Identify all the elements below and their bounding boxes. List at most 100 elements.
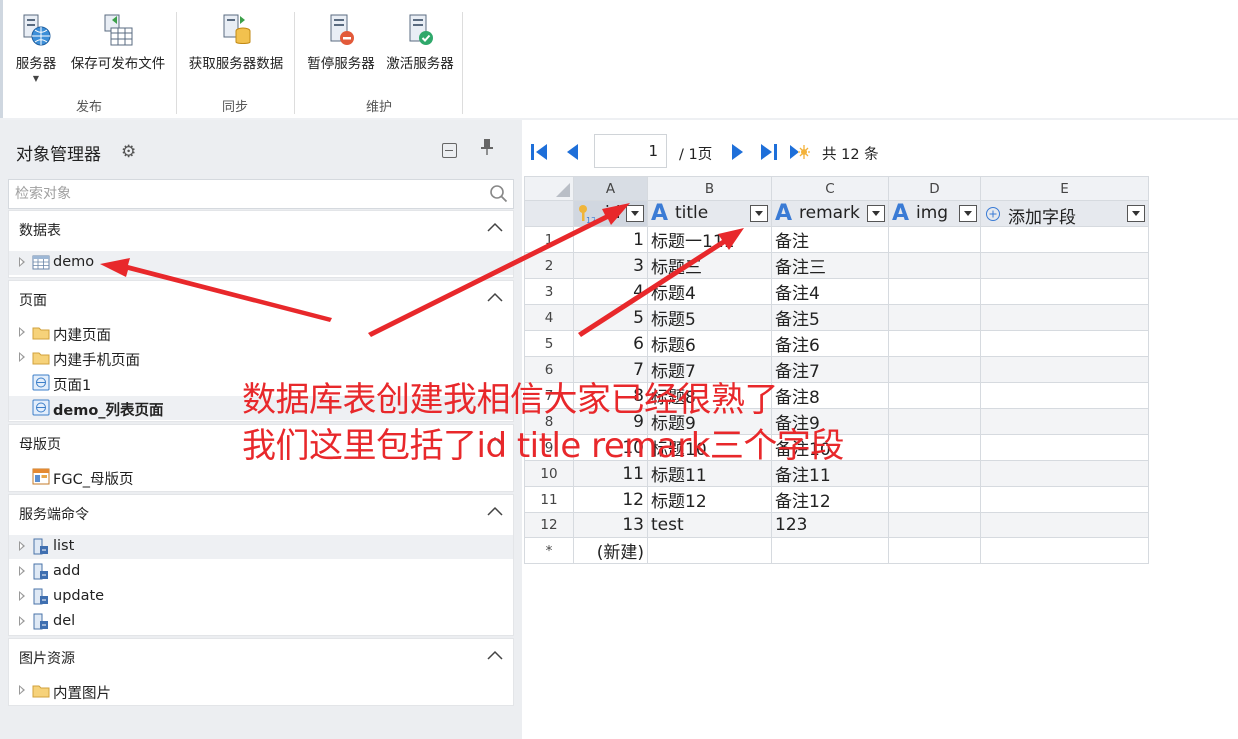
cell-empty[interactable] xyxy=(980,330,1149,357)
cell-remark[interactable]: 备注 xyxy=(771,226,889,253)
save-publish-button[interactable]: 保存可发布文件 xyxy=(64,12,172,72)
cell-title[interactable]: 标题4 xyxy=(647,278,772,305)
cell[interactable] xyxy=(771,537,889,564)
tree-item-command-add[interactable]: add xyxy=(9,560,513,584)
field-header-remark[interactable]: A remark xyxy=(771,200,889,227)
first-page-icon[interactable] xyxy=(528,141,550,163)
table-row[interactable]: 11 12 标题12 备注12 xyxy=(524,486,1149,513)
pin-icon[interactable] xyxy=(480,138,494,160)
cell-empty[interactable] xyxy=(980,512,1149,538)
cell-img[interactable] xyxy=(888,460,981,487)
tree-item-master-page[interactable]: FGC_母版页 xyxy=(9,465,513,489)
cell-empty[interactable] xyxy=(980,434,1149,461)
cell-id[interactable]: 6 xyxy=(573,330,648,357)
table-row[interactable]: 2 3 标题三 备注三 xyxy=(524,252,1149,279)
column-letter[interactable]: C xyxy=(771,176,889,201)
field-dropdown-icon[interactable] xyxy=(959,204,977,222)
page-number-input[interactable]: 1 xyxy=(594,134,667,168)
prev-page-icon[interactable] xyxy=(562,141,584,163)
server-button[interactable]: 服务器 ▼ xyxy=(10,12,62,83)
cell-id[interactable]: 7 xyxy=(573,356,648,383)
tree-item-demo-table[interactable]: demo xyxy=(9,251,513,275)
activate-server-button[interactable]: 激活服务器 xyxy=(381,12,459,72)
gear-icon[interactable]: ⚙ xyxy=(121,142,136,162)
table-row[interactable]: 3 4 标题4 备注4 xyxy=(524,278,1149,305)
expand-arrow-icon[interactable] xyxy=(19,566,25,576)
cell-id[interactable]: 1 xyxy=(573,226,648,253)
column-letter[interactable]: B xyxy=(647,176,772,201)
cell-remark[interactable]: 备注12 xyxy=(771,486,889,513)
expand-arrow-icon[interactable] xyxy=(19,685,25,695)
cell-img[interactable] xyxy=(888,278,981,305)
cell-title[interactable]: 标题一111 xyxy=(647,226,772,253)
cell-img[interactable] xyxy=(888,252,981,279)
cell-img[interactable] xyxy=(888,356,981,383)
field-dropdown-icon[interactable] xyxy=(750,204,768,222)
cell-remark[interactable]: 备注6 xyxy=(771,330,889,357)
expand-arrow-icon[interactable] xyxy=(19,257,25,267)
cell-empty[interactable] xyxy=(980,460,1149,487)
search-input[interactable] xyxy=(9,180,469,208)
cell[interactable] xyxy=(888,537,981,564)
cell[interactable] xyxy=(647,537,772,564)
cell-remark[interactable]: 备注三 xyxy=(771,252,889,279)
field-header-img[interactable]: A img xyxy=(888,200,981,227)
chevron-down-icon[interactable]: ▼ xyxy=(10,74,62,83)
cell-img[interactable] xyxy=(888,226,981,253)
cell-id[interactable]: 4 xyxy=(573,278,648,305)
table-row[interactable]: 12 13 test 123 xyxy=(524,512,1149,538)
cell-remark[interactable]: 备注7 xyxy=(771,356,889,383)
cell-title[interactable]: test xyxy=(647,512,772,538)
new-record-icon[interactable] xyxy=(788,141,810,163)
expand-arrow-icon[interactable] xyxy=(19,616,25,626)
last-page-icon[interactable] xyxy=(758,141,780,163)
new-row-label[interactable]: (新建) xyxy=(573,537,648,564)
expand-arrow-icon[interactable] xyxy=(19,352,25,362)
field-dropdown-icon[interactable] xyxy=(867,204,885,222)
tree-item-builtin-images[interactable]: 内置图片 xyxy=(9,679,513,703)
cell-remark[interactable]: 123 xyxy=(771,512,889,538)
table-row[interactable]: 6 7 标题7 备注7 xyxy=(524,356,1149,383)
cell-img[interactable] xyxy=(888,382,981,409)
cell-empty[interactable] xyxy=(980,226,1149,253)
cell-img[interactable] xyxy=(888,408,981,435)
search-icon[interactable] xyxy=(489,184,509,204)
collapse-all-icon[interactable] xyxy=(442,143,457,158)
field-header-id[interactable]: 12 id xyxy=(573,200,648,227)
cell-empty[interactable] xyxy=(980,382,1149,409)
fetch-server-data-button[interactable]: 获取服务器数据 xyxy=(182,12,290,72)
cell-title[interactable]: 标题7 xyxy=(647,356,772,383)
column-letter[interactable]: E xyxy=(980,176,1149,201)
cell-empty[interactable] xyxy=(980,356,1149,383)
expand-arrow-icon[interactable] xyxy=(19,541,25,551)
field-dropdown-icon[interactable] xyxy=(626,204,644,222)
chevron-up-icon[interactable] xyxy=(487,649,503,661)
cell-title[interactable]: 标题5 xyxy=(647,304,772,331)
table-row[interactable]: 1 1 标题一111 备注 xyxy=(524,226,1149,253)
field-dropdown-icon[interactable] xyxy=(1127,204,1145,222)
cell-remark[interactable]: 备注5 xyxy=(771,304,889,331)
cell-img[interactable] xyxy=(888,512,981,538)
pause-server-button[interactable]: 暂停服务器 xyxy=(300,12,382,72)
cell-empty[interactable] xyxy=(980,408,1149,435)
cell-empty[interactable] xyxy=(980,252,1149,279)
cell-remark[interactable]: 备注8 xyxy=(771,382,889,409)
cell-id[interactable]: 5 xyxy=(573,304,648,331)
cell-id[interactable]: 12 xyxy=(573,486,648,513)
cell-title[interactable]: 标题三 xyxy=(647,252,772,279)
table-row[interactable]: 5 6 标题6 备注6 xyxy=(524,330,1149,357)
table-row[interactable]: 4 5 标题5 备注5 xyxy=(524,304,1149,331)
cell-img[interactable] xyxy=(888,434,981,461)
cell[interactable] xyxy=(980,537,1149,564)
tree-item-builtin-pages[interactable]: 内建页面 xyxy=(9,321,513,345)
cell-remark[interactable]: 备注4 xyxy=(771,278,889,305)
new-row[interactable]: * (新建) xyxy=(524,537,1149,564)
cell-img[interactable] xyxy=(888,330,981,357)
add-field-header[interactable]: 添加字段 xyxy=(980,200,1149,227)
cell-empty[interactable] xyxy=(980,278,1149,305)
cell-id[interactable]: 13 xyxy=(573,512,648,538)
cell-img[interactable] xyxy=(888,304,981,331)
cell-title[interactable]: 标题6 xyxy=(647,330,772,357)
chevron-up-icon[interactable] xyxy=(487,221,503,233)
select-all-corner[interactable] xyxy=(524,176,574,201)
